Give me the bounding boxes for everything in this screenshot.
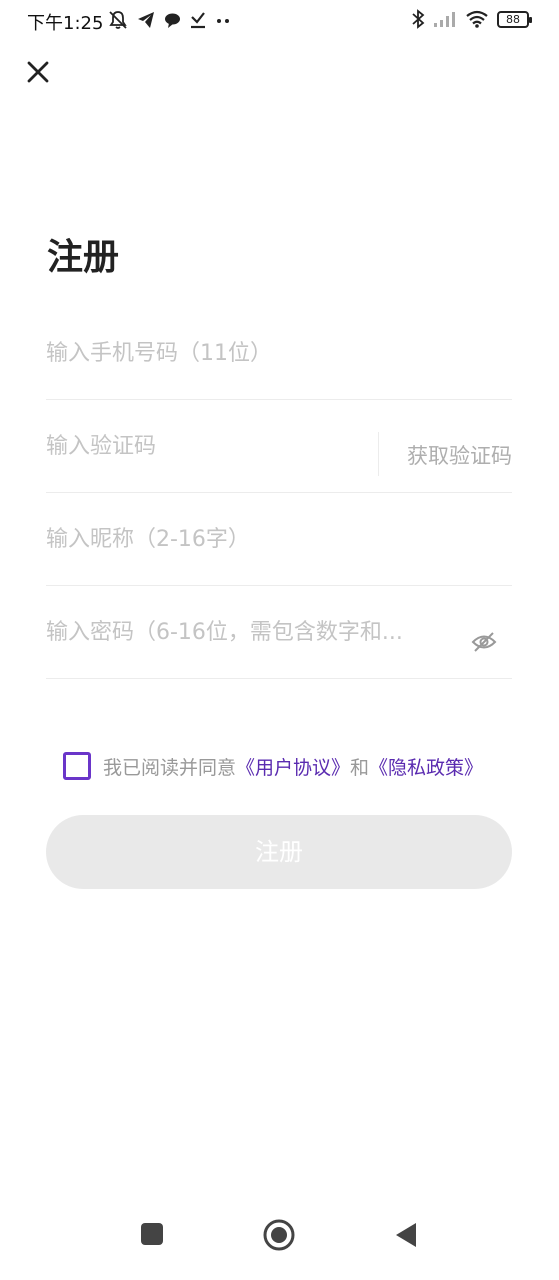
phone-input[interactable] — [46, 307, 512, 399]
recent-apps-icon[interactable] — [140, 1222, 164, 1246]
password-input[interactable] — [46, 586, 451, 678]
get-code-button[interactable]: 获取验证码 — [407, 440, 512, 470]
notification-icons — [108, 10, 231, 30]
navigation-bar — [0, 1200, 559, 1280]
agreement-text: 我已阅读并同意《用户协议》和《隐私政策》 — [103, 753, 483, 780]
code-field: 获取验证码 — [46, 400, 512, 493]
more-dots-icon — [217, 19, 229, 23]
page-title: 注册 — [47, 237, 120, 278]
phone-field — [46, 307, 512, 400]
back-icon[interactable] — [394, 1222, 418, 1248]
close-icon — [27, 61, 49, 83]
status-bar: 下午1:25 88 — [0, 0, 559, 40]
agreement-and: 和 — [350, 756, 370, 779]
verification-code-input[interactable] — [46, 400, 366, 492]
agreement-checkbox[interactable] — [63, 752, 91, 780]
mute-icon — [109, 11, 127, 29]
bluetooth-icon — [412, 9, 425, 29]
code-divider — [378, 432, 379, 476]
agreement-prefix: 我已阅读并同意 — [103, 756, 237, 779]
message-icon — [165, 13, 180, 28]
status-time: 下午1:25 — [27, 13, 104, 34]
privacy-policy-link[interactable]: 《隐私政策》 — [369, 757, 483, 779]
agreement-row: 我已阅读并同意《用户协议》和《隐私政策》 — [63, 752, 483, 780]
nickname-field — [46, 493, 512, 586]
home-icon[interactable] — [263, 1219, 295, 1251]
nickname-input[interactable] — [46, 493, 512, 585]
telegram-icon — [138, 12, 154, 28]
user-agreement-link[interactable]: 《用户协议》 — [236, 757, 350, 779]
password-field — [46, 586, 512, 679]
system-icons: 88 — [411, 9, 532, 29]
signal-icon — [434, 12, 455, 27]
close-button[interactable] — [22, 56, 54, 88]
battery-icon: 88 — [497, 10, 532, 28]
wifi-icon — [466, 10, 488, 28]
download-icon — [191, 12, 205, 29]
eye-hidden-icon[interactable] — [470, 628, 498, 656]
register-button[interactable]: 注册 — [46, 815, 512, 889]
